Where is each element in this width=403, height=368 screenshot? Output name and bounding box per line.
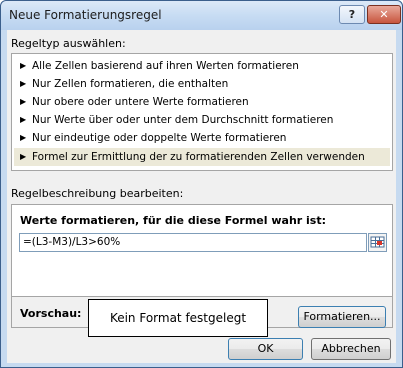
arrow-right-icon: ▶	[20, 152, 27, 161]
help-button[interactable]: ?	[339, 5, 365, 24]
preview-box: Kein Format festgelegt	[88, 299, 268, 337]
title-bar[interactable]: Neue Formatierungsregel ? ✕	[1, 1, 402, 30]
rule-type-list[interactable]: ▶ Alle Zellen basierend auf ihren Werten …	[11, 53, 393, 171]
dialog-body: Regeltyp auswählen: ▶ Alle Zellen basiere…	[7, 30, 396, 363]
format-button[interactable]: Formatieren...	[298, 306, 386, 328]
arrow-right-icon: ▶	[20, 133, 27, 142]
rule-type-item-selected[interactable]: ▶ Formel zur Ermittlung der zu formatiere…	[14, 148, 390, 166]
arrow-right-icon: ▶	[20, 115, 27, 124]
arrow-right-icon: ▶	[20, 97, 27, 106]
rule-type-item-label: Formel zur Ermittlung der zu formatieren…	[32, 151, 365, 163]
rule-type-item[interactable]: ▶ Nur eindeutige oder doppelte Werte form…	[14, 129, 390, 147]
arrow-right-icon: ▶	[20, 61, 27, 70]
formula-section: Werte formatieren, für die diese Formel …	[12, 205, 392, 297]
rule-type-item[interactable]: ▶ Nur obere oder untere Werte formatieren	[14, 93, 390, 111]
rule-description-heading: Regelbeschreibung bearbeiten:	[11, 187, 184, 200]
cancel-button[interactable]: Abbrechen	[311, 338, 391, 360]
dialog-window: Neue Formatierungsregel ? ✕ Regeltyp aus…	[0, 0, 403, 368]
formula-label: Werte formatieren, für die diese Formel …	[20, 214, 327, 227]
rule-type-item-label: Nur Zellen formatieren, die enthalten	[32, 78, 229, 90]
rule-type-item[interactable]: ▶ Alle Zellen basierend auf ihren Werten …	[14, 57, 390, 75]
rule-type-item-label: Nur Werte über oder unter dem Durchschni…	[32, 114, 334, 126]
formula-input[interactable]: =(L3-M3)/L3>60%	[19, 233, 367, 252]
arrow-right-icon: ▶	[20, 79, 27, 88]
rule-type-item-label: Nur obere oder untere Werte formatieren	[32, 96, 249, 108]
rule-type-item-label: Nur eindeutige oder doppelte Werte forma…	[32, 132, 287, 144]
close-button[interactable]: ✕	[367, 5, 401, 24]
preview-label: Vorschau:	[20, 307, 82, 320]
rule-description-panel: Werte formatieren, für die diese Formel …	[11, 204, 393, 337]
rule-type-heading: Regeltyp auswählen:	[11, 37, 126, 50]
ok-button[interactable]: OK	[228, 338, 303, 360]
range-select-icon	[370, 236, 385, 248]
dialog-title: Neue Formatierungsregel	[9, 8, 162, 22]
range-select-button[interactable]	[368, 233, 387, 252]
rule-type-item[interactable]: ▶ Nur Werte über oder unter dem Durchschn…	[14, 111, 390, 129]
rule-type-item[interactable]: ▶ Nur Zellen formatieren, die enthalten	[14, 75, 390, 93]
rule-type-item-label: Alle Zellen basierend auf ihren Werten f…	[32, 60, 299, 72]
